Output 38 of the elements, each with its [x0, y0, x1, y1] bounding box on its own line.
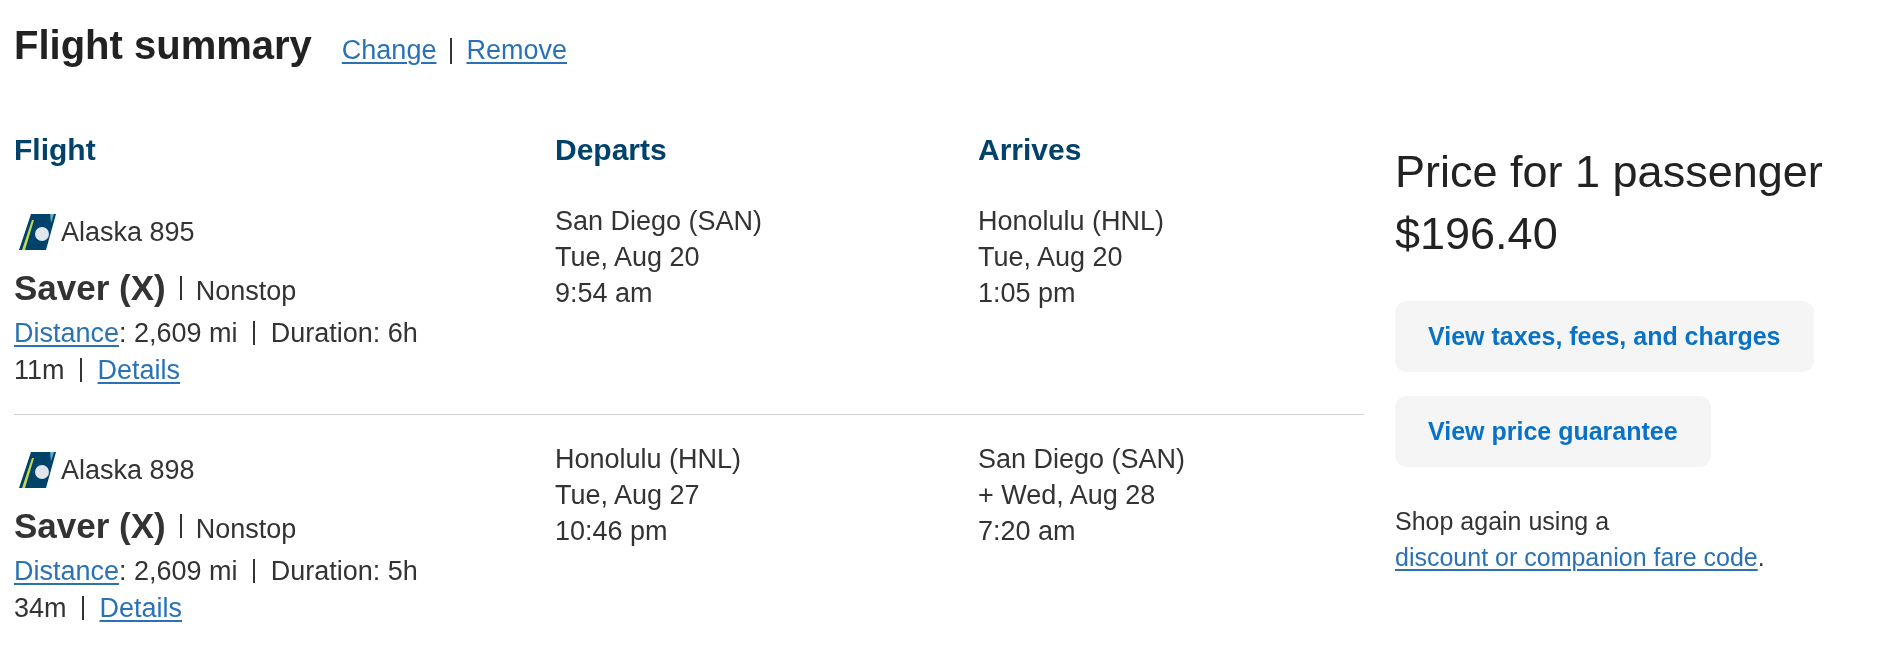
airport-text: Honolulu (HNL): [978, 205, 1165, 238]
column-header: Flight: [14, 132, 96, 168]
flight-info-text: Distance: 2,609 mi Duration: 6h 11m Details: [14, 317, 419, 387]
taxes-fees-button[interactable]: View taxes, fees, and charges: [1395, 301, 1814, 372]
date-text: Tue, Aug 27: [555, 479, 700, 512]
date-text: Tue, Aug 20: [555, 241, 700, 274]
distance-link[interactable]: Distance: [14, 318, 120, 348]
column-header: Arrives: [978, 132, 1082, 168]
change-link[interactable]: Change: [341, 35, 437, 66]
stops-text: Nonstop: [195, 275, 297, 308]
time-text: 9:54 am: [555, 277, 653, 310]
stops-text: Nonstop: [195, 513, 297, 546]
time-text: 10:46 pm: [555, 515, 668, 548]
fare-class-text: Saver (X): [14, 267, 166, 309]
distance-link[interactable]: Distance: [14, 556, 120, 586]
details-link[interactable]: Details: [99, 593, 183, 623]
discount-code-link[interactable]: discount or companion fare code: [1395, 543, 1758, 571]
time-text: 1:05 pm: [978, 277, 1076, 310]
airport-text: San Diego (SAN): [978, 443, 1186, 476]
fare-class-text: Saver (X): [14, 505, 166, 547]
price-guarantee-button[interactable]: View price guarantee: [1395, 396, 1711, 467]
shop-again-text: Shop again using a discount or companion fare code.: [1395, 506, 1766, 573]
remove-link[interactable]: Remove: [466, 35, 567, 66]
time-text: 7:20 am: [978, 515, 1076, 548]
page-title: Flight summary: [14, 22, 312, 69]
airport-text: San Diego (SAN): [555, 205, 763, 238]
flight-number-text: Alaska 898: [61, 454, 195, 487]
details-link[interactable]: Details: [97, 355, 181, 385]
column-header: Departs: [555, 132, 667, 168]
date-text: Tue, Aug 20: [978, 241, 1123, 274]
price-heading: Price for 1 passenger: [1395, 145, 1823, 199]
tail-fin-icon: [19, 214, 56, 250]
price-amount: $196.40: [1395, 207, 1558, 261]
flight-number-text: Alaska 895: [61, 216, 195, 249]
date-text: + Wed, Aug 28: [978, 479, 1156, 512]
tail-fin-icon: [19, 452, 56, 488]
airport-text: Honolulu (HNL): [555, 443, 742, 476]
flight-info-text: Distance: 2,609 mi Duration: 5h 34m Details: [14, 555, 419, 625]
